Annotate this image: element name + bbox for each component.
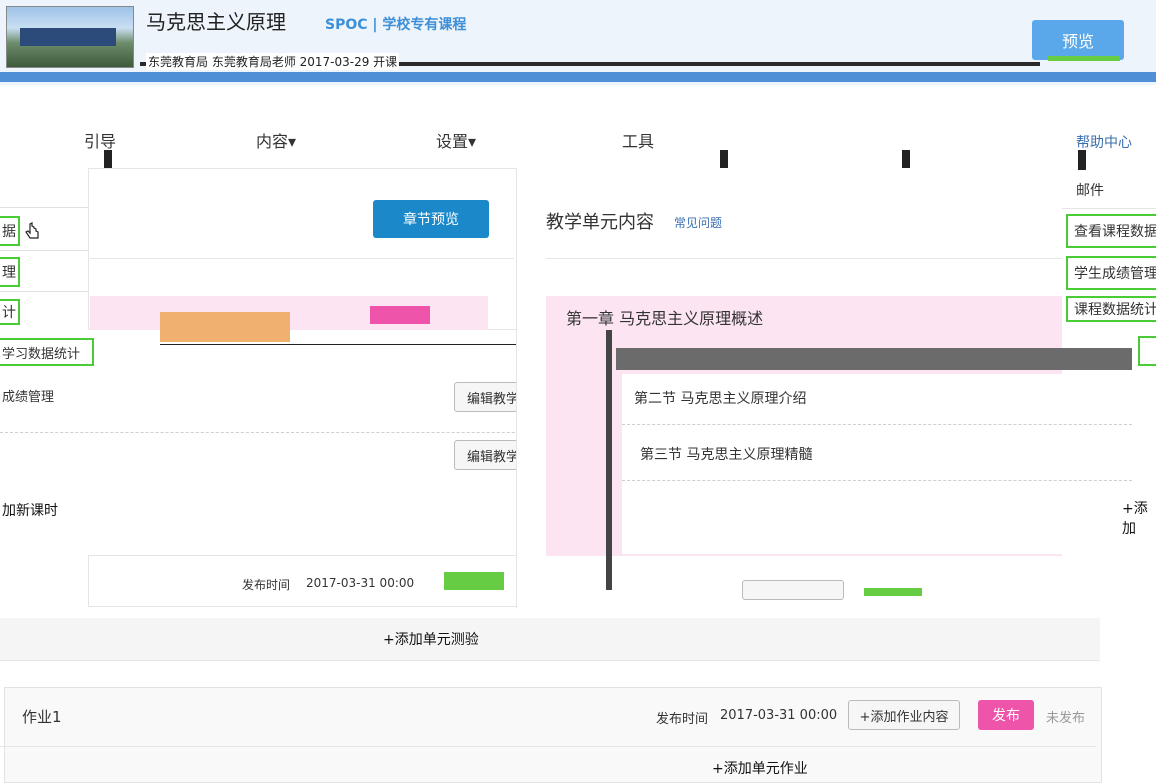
preview-button[interactable]: 预览 — [1032, 20, 1124, 60]
quiz-publish-indicator — [444, 572, 504, 590]
homework-publish-time-value: 2017-03-31 00:00 — [720, 708, 838, 723]
add-unit-homework-link[interactable]: +添加单元作业 — [712, 758, 808, 778]
faq-link[interactable]: 常见问题 — [674, 214, 722, 231]
add-homework-content-button[interactable]: +添加作业内容 — [848, 700, 960, 730]
chapter-title: 第一章 马克思主义原理概述 — [566, 309, 764, 328]
add-lesson-link[interactable]: 加新课时 — [2, 500, 58, 520]
row-divider — [0, 432, 565, 433]
sidebar-divider — [0, 207, 88, 208]
add-unit-test-link[interactable]: +添加单元测验 — [383, 629, 479, 649]
nav-tick — [720, 150, 728, 170]
scroll-track[interactable] — [606, 330, 612, 590]
sidebar-item-course-data[interactable]: 查看课程数据 — [1066, 214, 1156, 248]
hand-cursor-icon — [25, 222, 39, 239]
section-item[interactable]: 第三节 马克思主义原理精髓 — [640, 444, 812, 464]
sidebar-divider — [0, 291, 88, 292]
sidebar-item-manage[interactable]: 理 — [0, 257, 20, 287]
nav-tick — [902, 150, 910, 170]
lesson-bar — [160, 312, 290, 342]
sidebar-item-extra[interactable] — [1138, 336, 1156, 366]
nav-item-help-center[interactable]: 帮助中心 — [1076, 132, 1132, 152]
header-stripe — [0, 72, 1156, 82]
nav-item-content[interactable]: 内容▾ — [256, 128, 296, 152]
homework-publish-time-label: 发布时间 — [656, 712, 709, 727]
course-thumbnail-detail — [20, 28, 116, 46]
sidebar-item-grade[interactable]: 成绩管理 — [2, 386, 54, 405]
quiz-action-button[interactable] — [742, 580, 844, 600]
quiz-status-indicator — [864, 588, 922, 596]
add-section-link[interactable]: +添加 — [1122, 498, 1156, 538]
sidebar-item-course-stats[interactable]: 课程数据统计 — [1066, 296, 1156, 322]
quiz-publish-time-label: 发布时间 — [242, 578, 291, 592]
homework-title: 作业1 — [22, 708, 62, 726]
publish-button[interactable]: 发布 — [978, 700, 1034, 730]
quiz-publish-time-value: 2017-03-31 00:00 — [306, 576, 415, 590]
section-header-bar — [616, 348, 1132, 370]
add-unit-test-row — [0, 618, 1100, 661]
course-meta: 东莞教育局 东莞教育局老师 2017-03-29 开课 — [146, 53, 400, 70]
sidebar-item-data[interactable]: 据 — [0, 216, 20, 246]
nav-item-guide[interactable]: 引导 — [84, 128, 116, 152]
top-nav — [0, 112, 1156, 168]
sidebar-divider — [1062, 208, 1156, 209]
sidebar-item-stats[interactable]: 计 — [0, 299, 20, 325]
section-item[interactable]: 第二节 马克思主义原理介绍 — [634, 388, 806, 408]
nav-tick — [104, 150, 112, 170]
sidebar-item-grade-manage[interactable]: 学生成绩管理 — [1066, 256, 1156, 290]
panel-divider — [90, 258, 514, 259]
lesson-row — [160, 344, 565, 371]
sidebar-divider — [0, 250, 88, 251]
homework-divider — [0, 746, 1096, 747]
preview-underline — [1048, 56, 1120, 61]
panel-divider — [546, 258, 1062, 259]
sidebar-item-study-stats[interactable]: 学习数据统计 — [0, 338, 94, 366]
nav-item-settings[interactable]: 设置▾ — [436, 128, 476, 152]
mail-link[interactable]: 邮件 — [1076, 180, 1104, 200]
course-tag: SPOC | 学校专有课程 — [325, 17, 467, 33]
course-title: 马克思主义原理 — [146, 10, 286, 34]
nav-tick — [1078, 150, 1086, 170]
publish-status: 未发布 — [1046, 711, 1086, 726]
row-divider — [622, 424, 1132, 425]
nav-item-tools[interactable]: 工具 — [622, 128, 654, 152]
lesson-tag — [370, 306, 430, 324]
chapter-preview-button[interactable]: 章节预览 — [373, 200, 489, 238]
teaching-unit-title: 教学单元内容 — [546, 212, 654, 233]
row-divider — [622, 480, 1132, 481]
